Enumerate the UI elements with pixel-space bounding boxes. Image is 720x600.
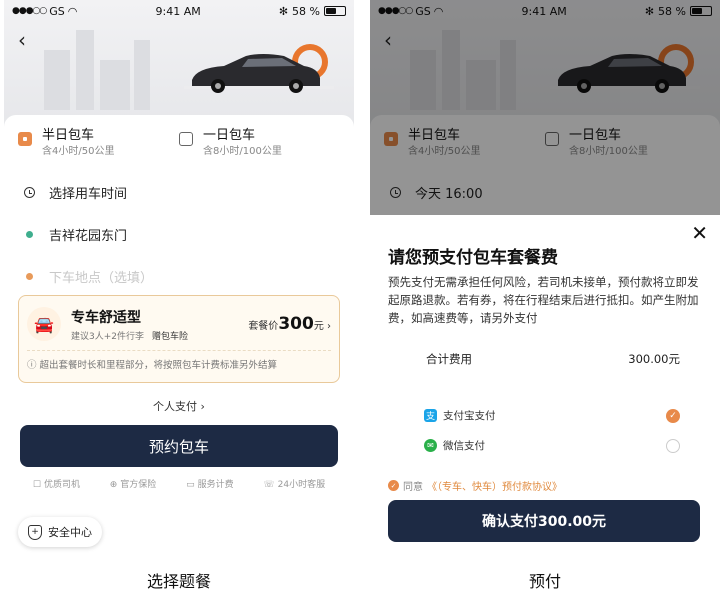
status-bar: ●●●○○ GS ◠ 9:41 AM ✻ 58 % — [4, 0, 354, 22]
wechat-icon: ✉ — [424, 439, 437, 452]
battery-fill — [326, 8, 336, 14]
duration-options: 半日包车 含4小时/50公里 一日包车 含8小时/100公里 — [18, 127, 340, 159]
total-value: 300.00元 — [628, 352, 680, 366]
carrier-label: GS — [49, 4, 65, 18]
battery-icon — [324, 6, 346, 16]
pickup-field[interactable]: 吉祥花园东门 — [24, 225, 340, 244]
option-sub: 含8小时/100公里 — [203, 146, 282, 157]
support-icon: ☏ — [263, 480, 275, 490]
total-label: 合计费用 — [426, 352, 472, 366]
driver-icon: ☐ — [32, 480, 41, 490]
personal-pay-link[interactable]: 个人支付 › — [4, 398, 354, 414]
chevron-right-icon: › — [327, 321, 331, 332]
sheet-description: 预先支付无需承担任何风险，若司机未接单，预付款将立即发起原路退款。若有券，将在行… — [388, 275, 699, 325]
checkbox-checked-icon[interactable] — [18, 132, 32, 146]
package-sub: 建议3人+2件行李 — [71, 331, 144, 342]
booking-card: 半日包车 含4小时/50公里 一日包车 含8小时/100公里 选择用车时间 吉祥… — [4, 115, 354, 558]
time-field[interactable]: 选择用车时间 — [24, 183, 340, 202]
battery-percent: 58 % — [292, 4, 320, 18]
payment-label: 支付宝支付 — [443, 410, 496, 422]
insurance-tag: 赠包车险 — [152, 331, 189, 342]
payment-label: 微信支付 — [443, 440, 485, 452]
divider — [27, 350, 331, 351]
signal-icon: ●●●○○ — [12, 6, 47, 16]
option-sub: 含4小时/50公里 — [42, 146, 115, 157]
payment-option-wechat[interactable]: ✉ 微信支付 — [424, 438, 680, 453]
sheet-title: 请您预支付包车套餐费 — [388, 248, 558, 268]
caption-right: 预付 — [528, 572, 561, 591]
insurance-icon: ⊕ — [109, 480, 118, 490]
package-price[interactable]: 套餐价300元 › — [248, 314, 331, 334]
clock-icon — [24, 187, 35, 198]
radio-unselected-icon[interactable] — [666, 438, 680, 453]
dropoff-field[interactable]: 下车地点（选填） — [24, 267, 340, 286]
prepay-sheet: ✕ 请您预支付包车套餐费 预先支付无需承担任何风险，若司机未接单，预付款将立即发… — [370, 215, 720, 558]
wifi-icon: ◠ — [67, 4, 78, 18]
safety-center-button[interactable]: + 安全中心 — [18, 517, 102, 547]
alipay-icon: 支 — [424, 409, 437, 422]
package-name: 专车舒适型 — [71, 309, 141, 326]
package-card[interactable]: 🚘 专车舒适型 建议3人+2件行李 赠包车险 套餐价300元 › ⓘ 超出套餐时长… — [18, 295, 340, 383]
pickup-dot-icon — [26, 231, 33, 238]
agreement-row[interactable]: ✓ 同意 《（专车、快车）预付款协议》 — [388, 478, 562, 493]
back-chevron-icon[interactable]: ‹ — [18, 28, 26, 52]
price-prefix: 套餐价 — [248, 321, 279, 332]
price-value: 300 — [278, 314, 314, 334]
feature-item: ▭ 服务计费 — [186, 480, 234, 490]
shield-icon: + — [28, 524, 42, 540]
book-charter-button[interactable]: 预约包车 — [20, 425, 338, 467]
package-note: 超出套餐时长和里程部分，将按照包车计费标准另外结算 — [39, 360, 278, 371]
option-title: 一日包车 — [203, 128, 256, 143]
package-car-icon: 🚘 — [27, 307, 61, 341]
safety-label: 安全中心 — [48, 526, 92, 539]
option-half-day[interactable]: 半日包车 含4小时/50公里 — [18, 127, 179, 159]
agreement-link[interactable]: 《（专车、快车）预付款协议》 — [427, 478, 562, 493]
feature-item: ⊕ 官方保险 — [109, 480, 157, 490]
phone-select-package: ●●●○○ GS ◠ 9:41 AM ✻ 58 % ‹ 半日包车 含4小时/50… — [4, 0, 354, 558]
option-title: 半日包车 — [42, 128, 95, 143]
info-icon: ⓘ — [27, 360, 40, 371]
time-field-label: 选择用车时间 — [49, 187, 128, 202]
option-full-day[interactable]: 一日包车 含8小时/100公里 — [179, 127, 340, 159]
close-icon[interactable]: ✕ — [691, 221, 708, 245]
pickup-label: 吉祥花园东门 — [49, 229, 128, 244]
feature-item: ☐ 优质司机 — [32, 480, 80, 490]
price-suffix: 元 — [313, 321, 324, 332]
total-row: 合计费用 300.00元 — [426, 351, 680, 367]
radio-selected-icon[interactable]: ✓ — [666, 408, 680, 423]
feature-item: ☏ 24小时客服 — [263, 480, 326, 490]
caption-left: 选择题餐 — [146, 572, 211, 591]
phone-prepay: ●●●○○ GS ◠ 9:41 AM ✻ 58 % ‹ 半日包车 含4小时/50… — [370, 0, 720, 558]
status-time: 9:41 AM — [155, 4, 201, 18]
billing-icon: ▭ — [186, 480, 195, 490]
agree-prefix: 同意 — [403, 482, 423, 493]
bluetooth-icon: ✻ — [278, 4, 289, 18]
dropoff-placeholder: 下车地点（选填） — [49, 271, 154, 286]
confirm-pay-button[interactable]: 确认支付300.00元 — [388, 500, 700, 542]
payment-option-alipay[interactable]: 支 支付宝支付 ✓ — [424, 408, 680, 423]
agree-check-icon[interactable]: ✓ — [388, 480, 399, 491]
car-illustration — [184, 44, 334, 93]
checkbox-unchecked-icon[interactable] — [179, 132, 193, 146]
feature-list: ☐ 优质司机 ⊕ 官方保险 ▭ 服务计费 ☏ 24小时客服 — [18, 477, 340, 490]
dropoff-dot-icon — [26, 273, 33, 280]
